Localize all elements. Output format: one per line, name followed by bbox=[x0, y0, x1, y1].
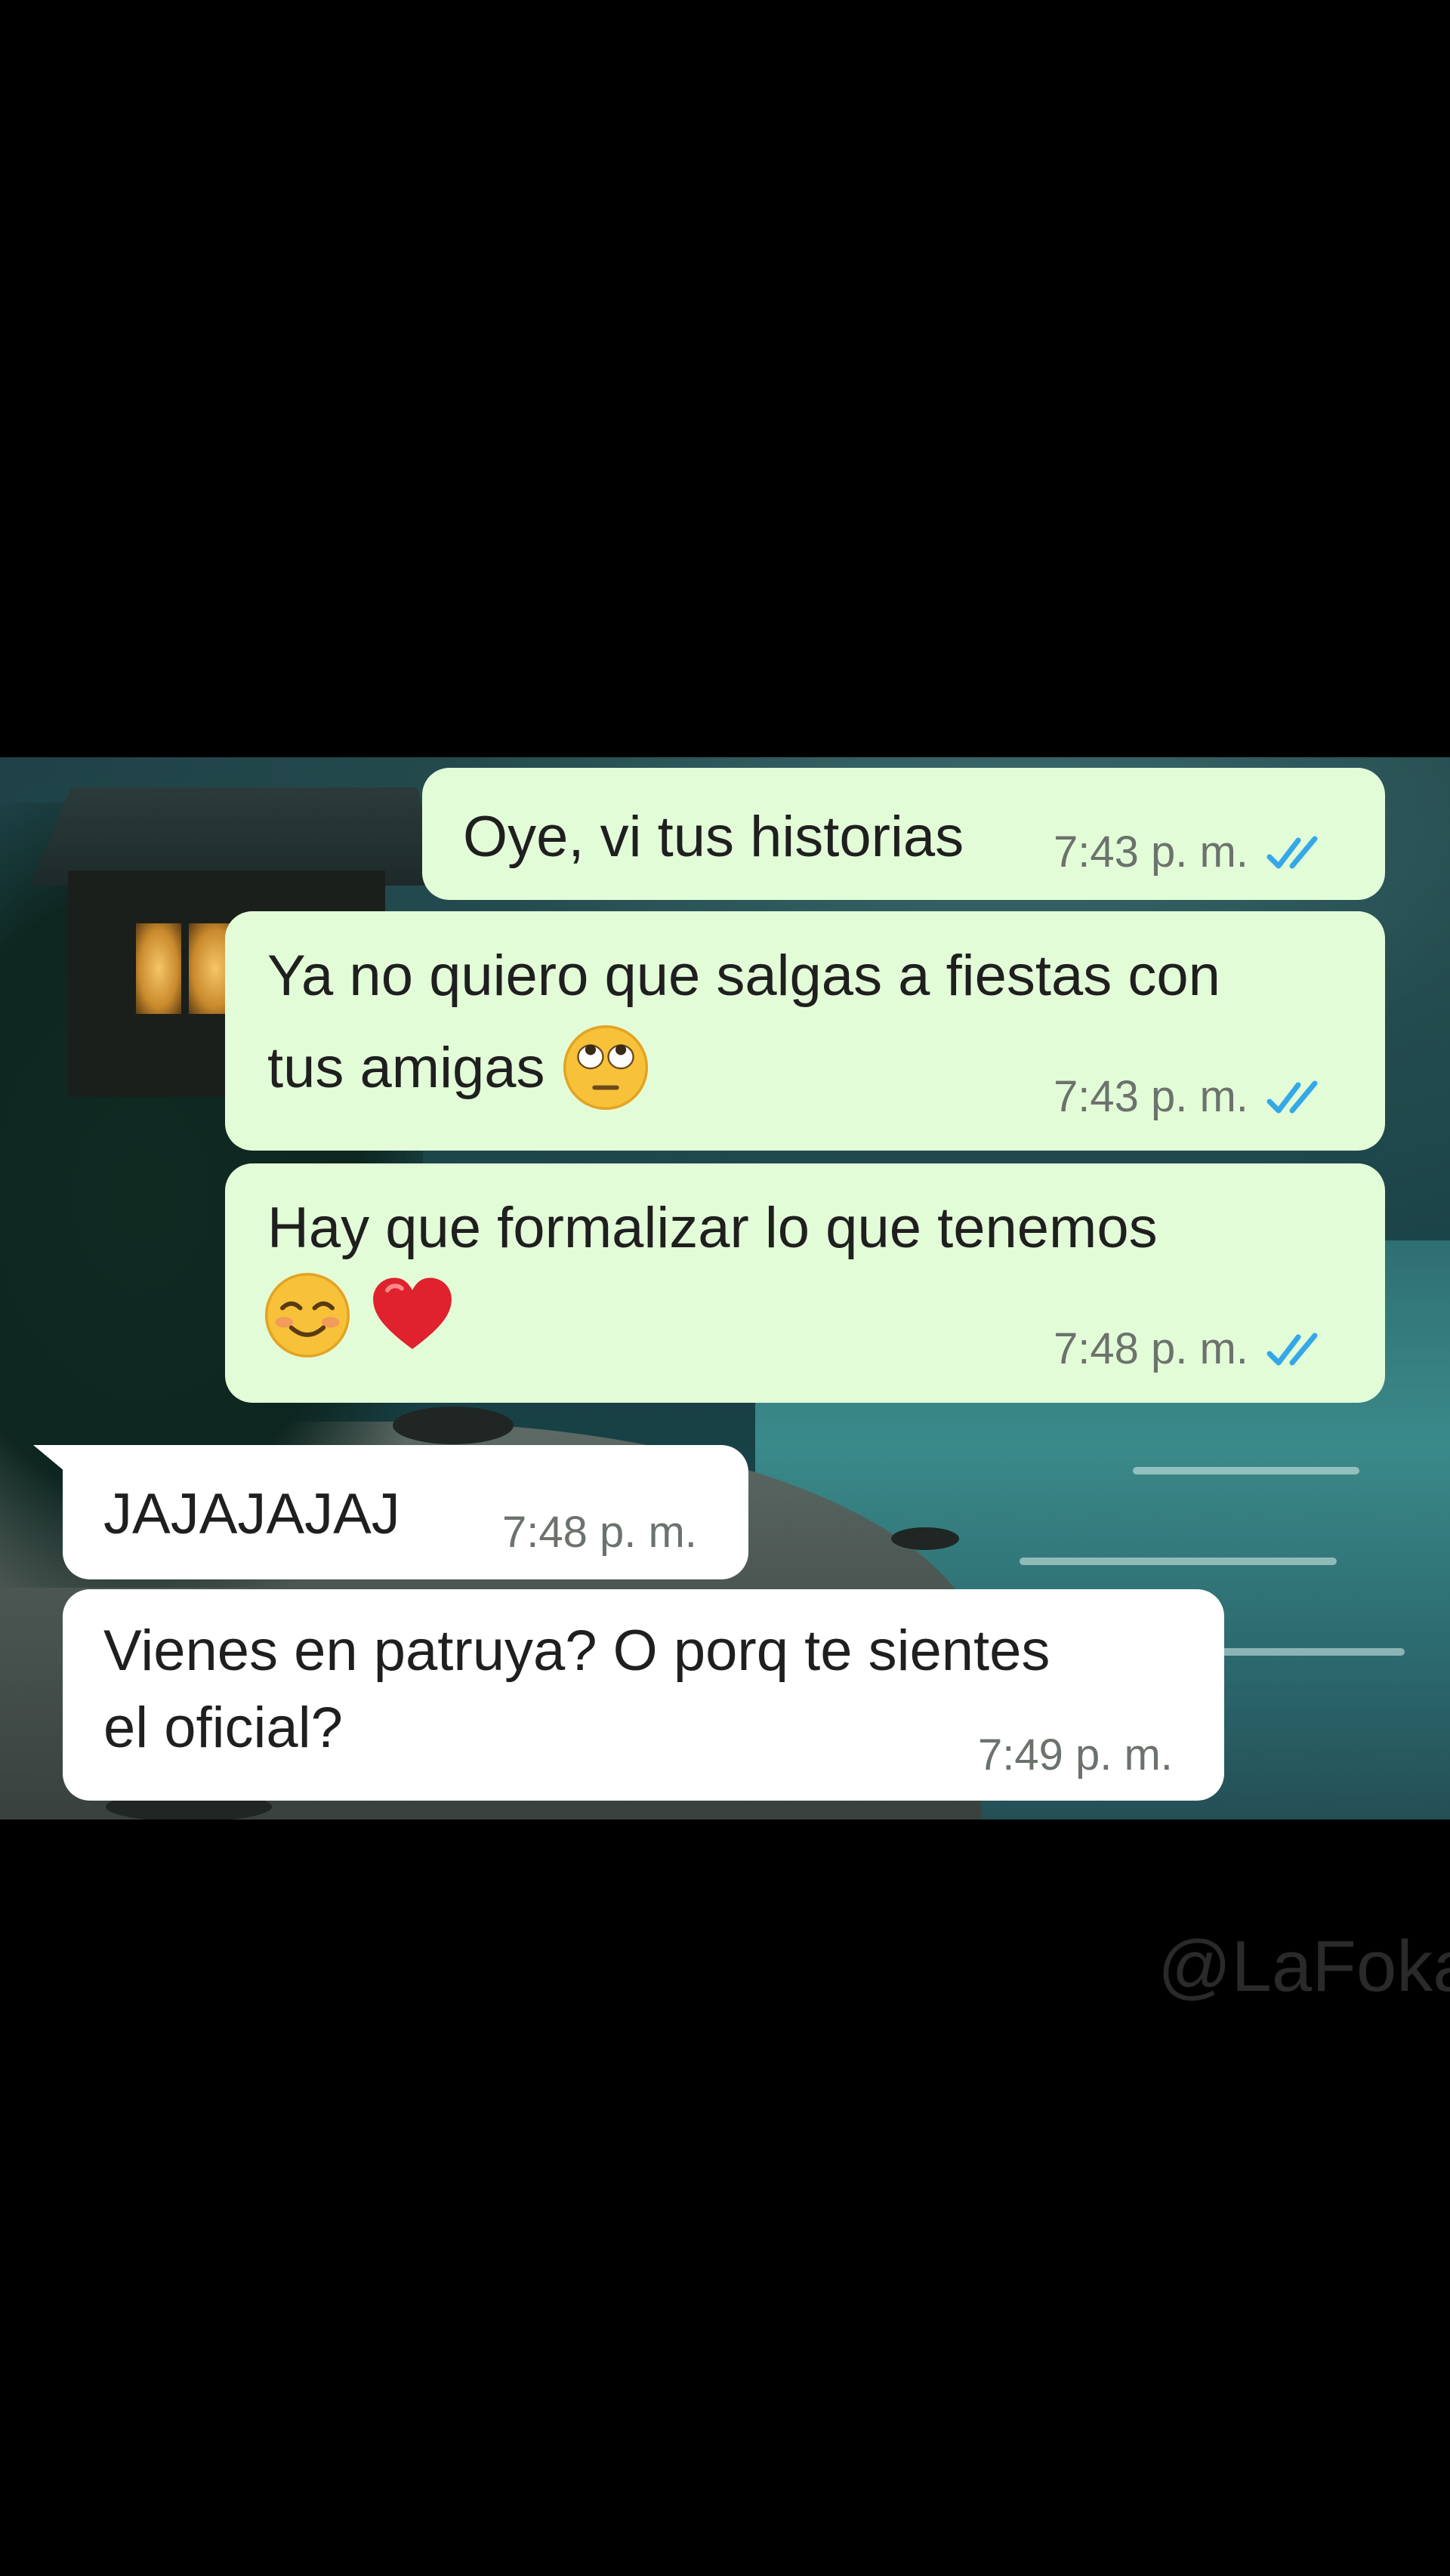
message-bubble-outgoing[interactable]: Ya no quiero que salgas a fiestas con tu… bbox=[225, 911, 1385, 1151]
smiling-face-emoji bbox=[264, 1272, 350, 1357]
chat-area[interactable]: Oye, vi tus historias 7:43 p. m. Ya no q… bbox=[0, 757, 1450, 1820]
message-time: 7:43 p. m. bbox=[1054, 827, 1248, 877]
double-check-read-icon bbox=[1266, 836, 1318, 868]
red-heart-emoji bbox=[373, 1277, 452, 1349]
message-meta: 7:48 p. m. bbox=[1054, 1323, 1333, 1374]
message-bubble-outgoing[interactable]: Oye, vi tus historias 7:43 p. m. bbox=[422, 768, 1385, 900]
wallpaper-rock bbox=[891, 1527, 959, 1550]
message-time: 7:49 p. m. bbox=[978, 1730, 1173, 1779]
message-text: JAJAJAJAJ bbox=[103, 1482, 400, 1546]
watermark-handle: @LaFoka bbox=[1158, 1926, 1450, 2007]
wallpaper-wave bbox=[1133, 1467, 1359, 1474]
message-text: el oficial? bbox=[103, 1696, 343, 1760]
wallpaper-wave bbox=[1020, 1558, 1337, 1565]
wallpaper-rock bbox=[393, 1407, 514, 1444]
message-meta: 7:49 p. m. bbox=[978, 1730, 1173, 1780]
message-time: 7:48 p. m. bbox=[502, 1508, 697, 1557]
double-check-read-icon bbox=[1266, 1333, 1318, 1365]
message-text: Oye, vi tus historias bbox=[463, 805, 964, 869]
message-meta: 7:43 p. m. bbox=[1054, 1071, 1333, 1122]
message-bubble-incoming[interactable]: JAJAJAJAJ 7:48 p. m. bbox=[63, 1445, 748, 1579]
message-bubble-outgoing[interactable]: Hay que formalizar lo que tenemos 7:48 p… bbox=[225, 1163, 1385, 1403]
message-time: 7:43 p. m. bbox=[1054, 1072, 1248, 1121]
message-time: 7:48 p. m. bbox=[1054, 1324, 1248, 1373]
double-check-read-icon bbox=[1266, 1080, 1318, 1113]
message-text: Ya no quiero que salgas a fiestas con bbox=[267, 944, 1220, 1008]
message-text-line-2: tus amigas bbox=[267, 1021, 650, 1117]
message-meta: 7:48 p. m. bbox=[502, 1507, 697, 1558]
message-text: tus amigas bbox=[267, 1036, 545, 1100]
message-text: Hay que formalizar lo que tenemos bbox=[267, 1196, 1158, 1260]
face-with-rolling-eyes-emoji bbox=[563, 1025, 648, 1110]
message-meta: 7:43 p. m. bbox=[1054, 827, 1333, 877]
message-emoji-line bbox=[263, 1269, 457, 1364]
wallpaper-lit-window bbox=[136, 923, 181, 1014]
wallpaper-wave bbox=[1208, 1648, 1405, 1656]
message-bubble-incoming[interactable]: Vienes en patruya? O porq te sientes el … bbox=[63, 1589, 1224, 1801]
